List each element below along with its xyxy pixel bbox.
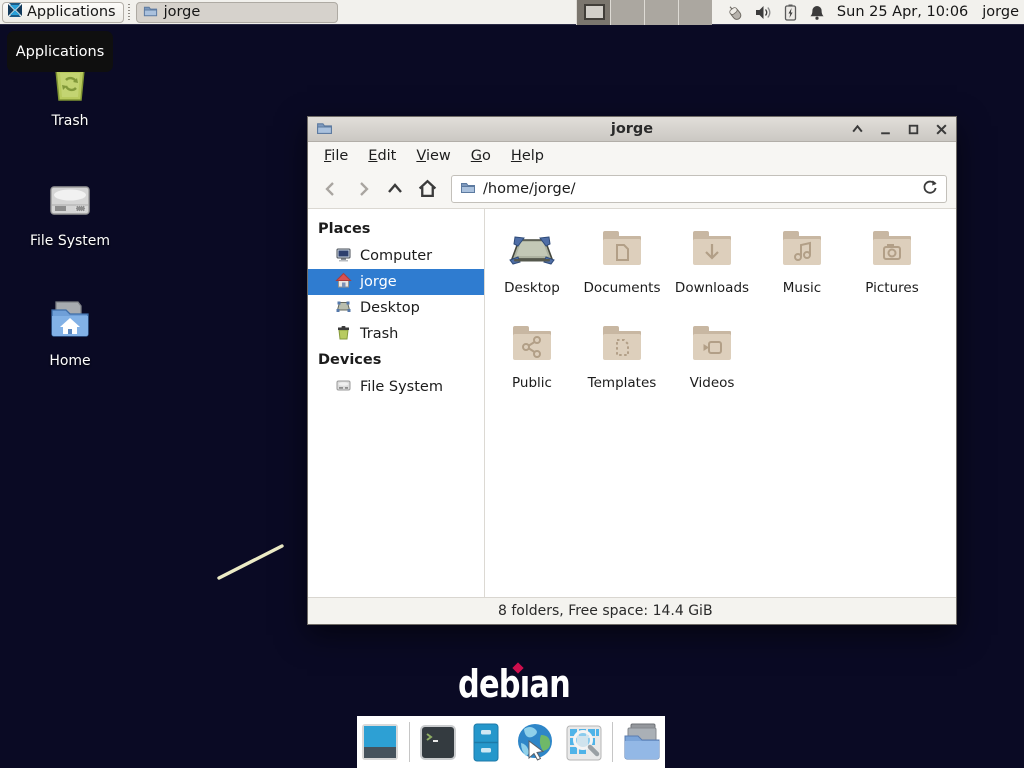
minimize-button[interactable] (879, 123, 892, 136)
home-folder-icon[interactable] (621, 721, 663, 763)
menu-help[interactable]: Help (501, 144, 554, 168)
system-tray (726, 4, 825, 21)
hard-drive-icon (46, 176, 94, 228)
location-bar[interactable]: /home/jorge/ (451, 175, 947, 203)
file-item-public[interactable]: Public (487, 319, 577, 414)
up-button[interactable] (381, 175, 409, 203)
folder-music-icon (778, 224, 826, 276)
home-button[interactable] (413, 175, 441, 203)
show-desktop-icon[interactable] (359, 721, 401, 763)
sidebar-places-header: Places (308, 216, 484, 243)
menubar: File Edit View Go Help (308, 142, 956, 169)
file-item-videos[interactable]: Videos (667, 319, 757, 414)
applications-menu-label: Applications (27, 4, 116, 20)
bottom-dock (357, 716, 665, 768)
folder-icon (143, 3, 158, 22)
applications-menu-button[interactable]: Applications (2, 2, 124, 23)
window-titlebar[interactable]: jorge (308, 117, 956, 142)
taskbar-window-label: jorge (164, 4, 201, 20)
file-item-pictures[interactable]: Pictures (847, 224, 937, 319)
desktop-icon (335, 298, 352, 319)
folder-documents-icon (598, 224, 646, 276)
shade-button[interactable] (851, 123, 864, 136)
sidebar: Places Computer jorge Desktop Trash Devi… (308, 209, 485, 597)
workspace-switcher[interactable] (576, 0, 712, 25)
volume-icon[interactable] (755, 4, 772, 21)
panel-username[interactable]: jorge (982, 4, 1019, 20)
panel-handle (126, 4, 132, 20)
sidebar-item-computer[interactable]: Computer (308, 243, 484, 269)
top-panel: Applications jorge (0, 0, 1024, 25)
desktop-icon-label: File System (30, 233, 110, 249)
statusbar: 8 folders, Free space: 14.4 GiB (308, 597, 956, 624)
file-item-downloads[interactable]: Downloads (667, 224, 757, 319)
back-button[interactable] (317, 175, 345, 203)
desktop-icon-file-system[interactable]: File System (10, 176, 130, 249)
workspace-1[interactable] (576, 0, 610, 25)
dock-separator (612, 722, 613, 762)
menu-edit[interactable]: Edit (358, 144, 406, 168)
file-item-desktop[interactable]: Desktop (487, 224, 577, 319)
web-browser-icon[interactable] (514, 721, 556, 763)
terminal-icon[interactable] (418, 722, 458, 762)
file-item-documents[interactable]: Documents (577, 224, 667, 319)
maximize-button[interactable] (907, 123, 920, 136)
sidebar-item-jorge[interactable]: jorge (308, 269, 484, 295)
battery-charging-icon[interactable] (783, 4, 798, 21)
notifications-bell-icon[interactable] (809, 4, 825, 21)
sidebar-item-desktop[interactable]: Desktop (308, 295, 484, 321)
folder-icon (460, 179, 476, 199)
dock-separator (409, 722, 410, 762)
applications-tooltip: Applications (7, 31, 113, 72)
file-manager-window: jorge File Edit View Go Help (307, 116, 957, 625)
forward-button[interactable] (349, 175, 377, 203)
toolbar: /home/jorge/ (308, 169, 956, 209)
folder-videos-icon (688, 319, 736, 371)
home-folder-icon (46, 296, 94, 348)
sidebar-devices-header: Devices (308, 347, 484, 374)
computer-icon (335, 246, 352, 267)
desktop-icon-label: Home (49, 353, 90, 369)
location-path[interactable]: /home/jorge/ (483, 181, 915, 197)
application-finder-icon[interactable] (564, 722, 604, 762)
xfce-applications-icon (7, 2, 23, 22)
statusbar-text: 8 folders, Free space: 14.4 GiB (498, 603, 713, 619)
menu-view[interactable]: View (406, 144, 460, 168)
desktop-icon-label: Trash (52, 113, 89, 129)
folder-public-icon (508, 319, 556, 371)
reload-icon[interactable] (922, 179, 938, 199)
workspace-4[interactable] (678, 0, 712, 25)
file-item-templates[interactable]: Templates (577, 319, 667, 414)
menu-go[interactable]: Go (461, 144, 501, 168)
desktop-icon-home[interactable]: Home (10, 296, 130, 369)
menu-file[interactable]: File (314, 144, 358, 168)
panel-clock[interactable]: Sun 25 Apr, 10:06 (837, 4, 968, 20)
debian-logo: debıan (458, 660, 598, 710)
folder-pictures-icon (868, 224, 916, 276)
file-list: Desktop Documents Downloads Music Pictur… (485, 209, 956, 597)
sidebar-item-trash[interactable]: Trash (308, 321, 484, 347)
mouse-icon[interactable] (726, 4, 744, 21)
file-item-music[interactable]: Music (757, 224, 847, 319)
sidebar-item-file-system[interactable]: File System (308, 374, 484, 400)
file-manager-icon[interactable] (466, 722, 506, 762)
folder-templates-icon (598, 319, 646, 371)
trash-icon (335, 324, 352, 345)
home-icon (335, 272, 352, 293)
hard-drive-icon (335, 377, 352, 398)
workspace-3[interactable] (644, 0, 678, 25)
wallpaper-line-artifact (212, 540, 290, 586)
desktop-icon (508, 224, 556, 276)
close-button[interactable] (935, 123, 948, 136)
workspace-2[interactable] (610, 0, 644, 25)
folder-downloads-icon (688, 224, 736, 276)
taskbar-window-button[interactable]: jorge (136, 2, 338, 23)
